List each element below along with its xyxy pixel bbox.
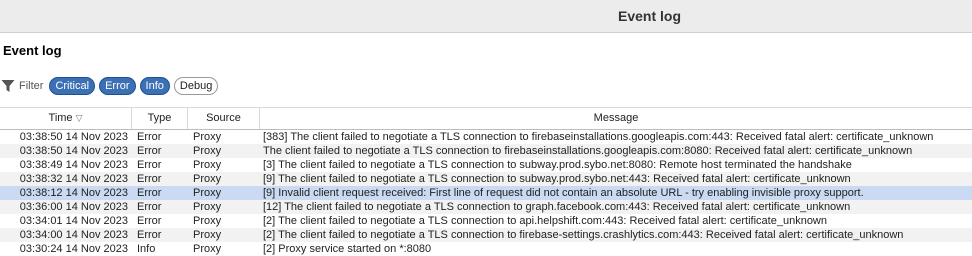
cell-time: 03:38:49 14 Nov 2023 [0,158,128,172]
cell-time: 03:38:32 14 Nov 2023 [0,172,128,186]
window-titlebar: Event log [0,0,972,33]
filter-chip-info[interactable]: Info [139,77,170,95]
cell-type: Error [137,229,162,241]
filter-bar: Filter Critical Error Info Debug [0,76,222,96]
cell-time-text: 03:38:32 14 Nov 2023 [19,173,128,185]
cell-type: Error [137,173,162,185]
window-title: Event log [618,8,682,24]
filter-chip-debug[interactable]: Debug [173,77,219,95]
cell-time-text: 03:38:12 14 Nov 2023 [19,187,128,199]
table-row[interactable]: 03:38:50 14 Nov 2023 Error Proxy The client… [0,144,972,158]
cell-source: Proxy [193,187,222,199]
sort-descending-icon: ▽ [75,113,83,123]
cell-message: [12] The client failed to negotiate a TL… [263,201,851,213]
cell-time-text: 03:38:50 14 Nov 2023 [19,131,128,143]
cell-time: 03:38:12 14 Nov 2023 [0,186,128,200]
table-row[interactable]: 03:34:01 14 Nov 2023 Error Proxy [2] The cl… [0,214,972,228]
filter-icon[interactable] [1,79,15,93]
cell-source: Proxy [193,229,222,241]
cell-message: [2] The client failed to negotiate a TLS… [263,215,827,227]
cell-type: Error [137,187,162,199]
cell-source: Proxy [193,145,222,157]
cell-time: 03:38:50 14 Nov 2023 [0,130,128,144]
panel-title: Event log [3,43,62,58]
cell-time-text: 03:34:00 14 Nov 2023 [19,229,128,241]
cell-source: Proxy [193,131,222,143]
filter-chip-error[interactable]: Error [99,77,136,95]
column-header-message[interactable]: Message [260,108,972,129]
table-body: 03:38:50 14 Nov 2023 Error Proxy [383] The … [0,130,972,256]
cell-source: Proxy [193,215,222,227]
column-header-type[interactable]: Type [132,108,188,129]
cell-time-text: 03:36:00 14 Nov 2023 [19,201,128,213]
cell-time-text: 03:38:49 14 Nov 2023 [19,159,128,171]
cell-message: [9] The client failed to negotiate a TLS… [263,173,851,185]
table-row[interactable]: 03:34:00 14 Nov 2023 Error Proxy [2] The cl… [0,228,972,242]
cell-time: 03:34:01 14 Nov 2023 [0,214,128,228]
table-row[interactable]: 03:36:00 14 Nov 2023 Error Proxy [12] The c… [0,200,972,214]
cell-type: Error [137,215,162,227]
cell-message: [383] The client failed to negotiate a T… [263,131,934,143]
column-header-time[interactable]: Time ▽ [0,108,132,129]
table-row[interactable]: 03:38:49 14 Nov 2023 Error Proxy [3] The cl… [0,158,972,172]
table-row[interactable]: 03:38:50 14 Nov 2023 Error Proxy [383] The … [0,130,972,144]
table-row[interactable]: 03:38:32 14 Nov 2023 Error Proxy [9] The cl… [0,172,972,186]
table-row[interactable]: 03:30:24 14 Nov 2023 Info Proxy [2] Proxy s… [0,242,972,256]
cell-time: 03:36:00 14 Nov 2023 [0,200,128,214]
cell-time: 03:34:00 14 Nov 2023 [0,228,128,242]
cell-source: Proxy [193,243,222,255]
cell-message: The client failed to negotiate a TLS con… [263,145,913,157]
cell-type: Info [137,243,156,255]
cell-source: Proxy [193,201,222,213]
cell-type: Error [137,145,162,157]
cell-message: [2] Proxy service started on *:8080 [263,243,432,255]
filter-label: Filter [19,80,44,92]
cell-type: Error [137,131,162,143]
cell-time: 03:30:24 14 Nov 2023 [0,242,128,256]
cell-type: Error [137,201,162,213]
cell-source: Proxy [193,173,222,185]
cell-message: [2] The client failed to negotiate a TLS… [263,229,904,241]
cell-time: 03:38:50 14 Nov 2023 [0,144,128,158]
cell-type: Error [137,159,162,171]
table-row[interactable]: 03:38:12 14 Nov 2023 Error Proxy [9] Invali… [0,186,972,200]
column-header-source[interactable]: Source [188,108,260,129]
cell-message: [3] The client failed to negotiate a TLS… [263,159,852,171]
filter-chip-critical[interactable]: Critical [49,77,96,95]
cell-message: [9] Invalid client request received: Fir… [263,187,864,199]
column-header-time-label: Time [48,112,73,124]
cell-source: Proxy [193,159,222,171]
cell-time-text: 03:38:50 14 Nov 2023 [19,145,128,157]
cell-time-text: 03:30:24 14 Nov 2023 [19,243,128,255]
table-header: Time ▽ Type Source Message [0,107,972,130]
cell-time-text: 03:34:01 14 Nov 2023 [19,215,128,227]
